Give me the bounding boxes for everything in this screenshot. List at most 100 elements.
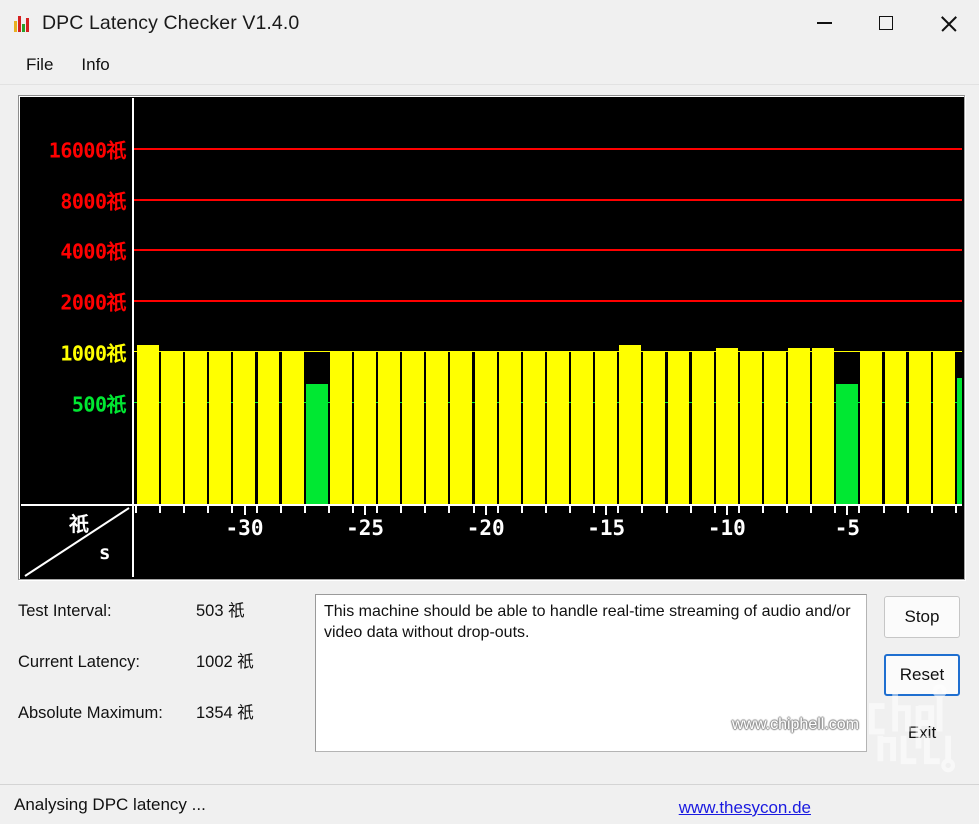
x-tick (605, 506, 608, 515)
bar (474, 351, 497, 504)
x-minor-tick (472, 506, 475, 513)
y-axis-gutter: 16000祇 8000祇 4000祇 2000祇 1000祇 500祇 (21, 98, 134, 504)
x-minor-tick (376, 506, 379, 513)
axis-corner: 祇 s (21, 506, 134, 577)
bar (812, 348, 835, 504)
maximize-button[interactable] (855, 0, 917, 46)
x-minor-tick (737, 506, 740, 513)
stat-value-absolute-maximum: 1354 祇 (196, 704, 254, 722)
minimize-button[interactable] (793, 0, 855, 46)
stat-absolute-maximum: Absolute Maximum: 1354 祇 (18, 699, 303, 750)
y-axis-label-16000: 16000祇 (48, 138, 127, 163)
bar (619, 345, 642, 504)
x-minor-tick (617, 506, 620, 513)
x-minor-tick (930, 506, 933, 513)
bar (137, 345, 159, 504)
x-minor-tick (279, 506, 282, 513)
x-minor-tick (327, 506, 330, 513)
button-column: Stop Reset Exit (879, 594, 965, 754)
stat-value-current-latency: 1002 祇 (196, 653, 254, 671)
menu-item-file[interactable]: File (14, 52, 65, 78)
bar (426, 351, 449, 504)
bar (788, 348, 810, 504)
stat-current-latency: Current Latency: 1002 祇 (18, 648, 303, 699)
bar (233, 351, 256, 504)
stop-button[interactable]: Stop (884, 596, 960, 638)
x-minor-tick (761, 506, 764, 513)
x-minor-tick (954, 506, 957, 513)
bar (763, 351, 786, 504)
stat-label-test-interval: Test Interval: (18, 602, 112, 620)
y-axis-label-500: 500祇 (71, 392, 127, 416)
x-minor-tick (665, 506, 668, 513)
x-minor-tick (882, 506, 885, 513)
status-text: Analysing DPC latency ... (14, 794, 206, 814)
thesycon-link[interactable]: www.thesycon.de (679, 798, 811, 818)
bar (354, 351, 376, 504)
bar (691, 351, 714, 504)
bar (450, 351, 473, 504)
x-axis-label--10: -10 (707, 516, 746, 540)
x-tick (725, 506, 728, 515)
x-minor-tick (183, 506, 186, 513)
x-axis-label--25: -25 (346, 516, 385, 540)
menu-bar: File Info (0, 46, 979, 84)
bar (571, 351, 593, 504)
bar (643, 351, 666, 504)
bar (209, 351, 232, 504)
x-tick (364, 506, 367, 515)
menu-item-info[interactable]: Info (69, 52, 121, 78)
reset-button[interactable]: Reset (884, 654, 960, 696)
x-minor-tick (448, 506, 451, 513)
bar (715, 348, 738, 504)
x-axis-strip: 祇 s -30 -25 -20 -15 -10 -5 (21, 504, 962, 577)
x-axis-label--30: -30 (225, 516, 264, 540)
x-minor-tick (400, 506, 403, 513)
latency-graph: 16000祇 8000祇 4000祇 2000祇 1000祇 500祇 祇 s -30 -2… (18, 95, 965, 580)
bar (498, 351, 521, 504)
stats-column: Test Interval: 503 祇 Current Latency: 10… (18, 594, 303, 750)
x-minor-tick (135, 506, 137, 513)
info-row: Test Interval: 503 祇 Current Latency: 10… (18, 594, 965, 773)
x-minor-tick (713, 506, 716, 513)
bar (739, 351, 762, 504)
bar (860, 351, 883, 504)
x-tick-container: -30 -25 -20 -15 -10 -5 (135, 506, 962, 577)
y-axis-label-8000: 8000祇 (60, 189, 126, 213)
window-title: DPC Latency Checker V1.4.0 (42, 11, 300, 34)
stat-test-interval: Test Interval: 503 祇 (18, 597, 303, 648)
bar (378, 351, 401, 504)
x-unit-label: s (99, 542, 111, 564)
x-minor-tick (424, 506, 427, 513)
x-tick (243, 506, 246, 515)
bar (546, 351, 569, 504)
stat-label-absolute-maximum: Absolute Maximum: (18, 704, 163, 722)
stat-label-current-latency: Current Latency: (18, 653, 140, 671)
y-unit-label: 祇 (69, 512, 89, 536)
x-minor-tick (689, 506, 692, 513)
bar (884, 351, 907, 504)
bar (522, 351, 545, 504)
bar (402, 351, 425, 504)
plot-inner: 16000祇 8000祇 4000祇 2000祇 1000祇 500祇 祇 s -30 -2… (21, 98, 962, 577)
bar (305, 384, 328, 504)
message-box[interactable]: This machine should be able to handle re… (315, 594, 867, 752)
window-controls (793, 0, 979, 46)
x-minor-tick (593, 506, 596, 513)
x-minor-tick (352, 506, 355, 513)
x-minor-tick (303, 506, 306, 513)
x-axis-label--20: -20 (466, 516, 505, 540)
bar-chart-icon (14, 14, 32, 32)
y-axis-label-2000: 2000祇 (60, 290, 126, 315)
dpc-latency-checker-window: DPC Latency Checker V1.4.0 File Info 160… (0, 0, 979, 824)
x-minor-tick (544, 506, 547, 513)
stat-value-test-interval: 503 祇 (196, 602, 245, 620)
plot-area (136, 98, 962, 504)
exit-button[interactable]: Exit (884, 712, 960, 754)
x-minor-tick (810, 506, 813, 513)
x-axis-label--5: -5 (834, 516, 861, 540)
x-minor-tick (641, 506, 644, 513)
close-button[interactable] (917, 0, 979, 46)
bar (836, 384, 859, 504)
maximize-icon (879, 16, 893, 30)
